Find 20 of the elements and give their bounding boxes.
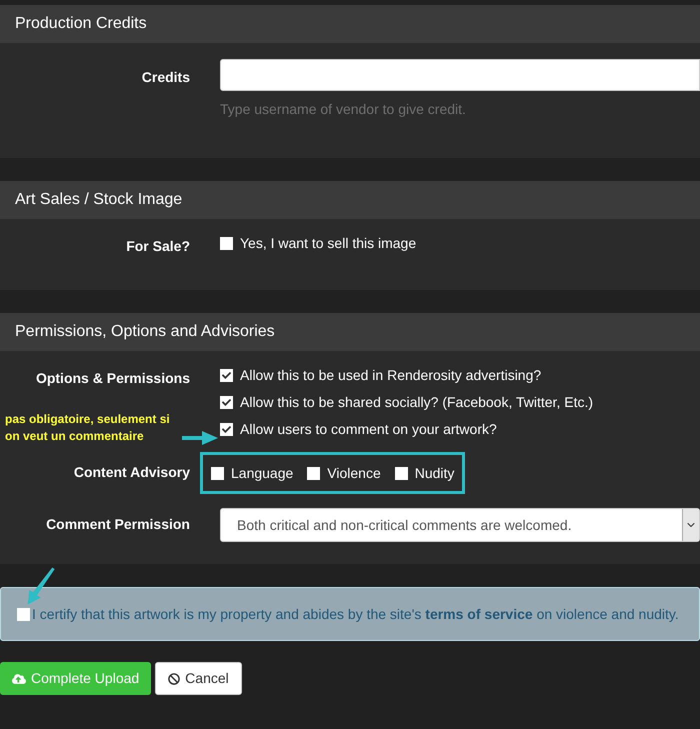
checkbox-label: Allow this to be shared socially? (Facebook, Twitter, Etc.)	[240, 393, 594, 412]
panel-title: Production Credits	[15, 14, 147, 34]
checkbox-label: Language	[231, 464, 294, 483]
field-label: Content Advisory	[74, 464, 190, 480]
help-text: Type username of vendor to give credit.	[220, 100, 467, 119]
field-label: Options & Permissions	[36, 370, 190, 386]
panel-title: Permissions, Options and Advisories	[15, 322, 275, 342]
certify-text: I certify that this artwork is my property and abides by the site's terms of service on violence and nudity.	[32, 604, 679, 624]
annotation-note: pas obligatoire, seulement si on veut un commentaire	[5, 411, 171, 445]
field-label: For Sale?	[126, 238, 190, 254]
panel-title: Art Sales / Stock Image	[15, 190, 182, 210]
checkbox-label: Violence	[327, 464, 381, 482]
field-label: Credits	[142, 69, 190, 85]
checkbox-label: Allow this to be used in Renderosity advertising?	[240, 366, 542, 385]
checkbox-label: Allow users to comment on your artwork?	[240, 420, 497, 439]
comment-permission-select[interactable]: Both critical and non-critical comments are welcomed.	[220, 508, 700, 542]
checkbox-label: Yes, I want to sell this image	[240, 234, 416, 253]
cancel-button[interactable]: Cancel	[155, 662, 242, 695]
checkbox-label: Nudity	[414, 464, 454, 483]
field-label: Comment Permission	[46, 516, 190, 532]
